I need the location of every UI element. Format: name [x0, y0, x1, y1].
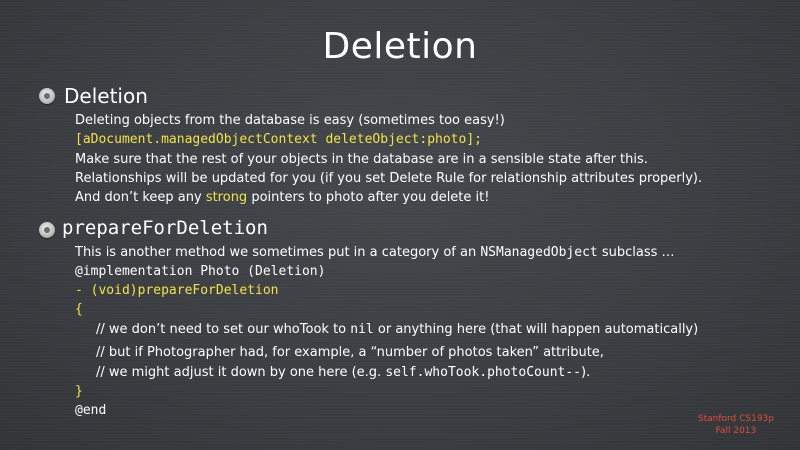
text-segment: subclass … — [597, 245, 675, 260]
course-footer: Stanford CS193p Fall 2013 — [698, 413, 774, 437]
slide-title: Deletion — [322, 26, 478, 67]
text-segment: pointers to — [247, 190, 326, 205]
code-identifier: nil — [350, 322, 374, 337]
comment-line: // we might adjust it down by one here (… — [96, 364, 590, 381]
text-segment: to — [328, 322, 351, 337]
text-segment: // but if — [96, 345, 147, 360]
code-line: [aDocument.managedObjectContext deleteOb… — [75, 132, 482, 147]
body-line: Relationships will be updated for you (i… — [75, 171, 703, 186]
code-line: } — [75, 384, 83, 399]
section-heading-prepare-for-deletion: prepareForDeletion — [62, 217, 268, 239]
code-identifier: self.whoTook.photoCount-- — [385, 365, 581, 380]
text-segment: // we might adjust it down by one here (… — [96, 365, 386, 380]
body-line: This is another method we sometimes put … — [75, 244, 675, 261]
footer-line: Stanford CS193p — [697, 414, 774, 424]
body-line: Make sure that the rest of your objects … — [75, 152, 648, 167]
slide: Deletion Deletion Deleting objects from … — [0, 0, 800, 450]
comment-line: // we don’t need to set our whoTook to n… — [96, 321, 698, 338]
code-identifier: photo — [325, 190, 364, 205]
code-line: @end — [75, 403, 107, 418]
comment-line: // but if Photographer had, for example,… — [96, 344, 604, 361]
section-heading-deletion: Deletion — [64, 84, 148, 108]
code-line: - (void)prepareForDeletion — [75, 283, 279, 298]
text-segment: And don’t keep any — [75, 190, 206, 205]
body-line: And don’t keep any strong pointers to ph… — [75, 189, 489, 206]
text-segment: after you delete it! — [363, 190, 490, 205]
code-identifier: NSManagedObject — [480, 245, 598, 260]
text-segment: or anything here (that will happen autom… — [373, 322, 699, 337]
text-segment: had, for example, a “number of photos ta… — [235, 345, 604, 360]
bullet-icon — [39, 88, 55, 104]
text-segment: ). — [581, 365, 591, 380]
text-segment: This is another method we sometimes put … — [75, 245, 481, 260]
code-line: @implementation Photo (Deletion) — [75, 264, 326, 279]
code-line: { — [75, 302, 83, 317]
keyword-strong: strong — [205, 190, 248, 205]
body-line: Deleting objects from the database is ea… — [75, 113, 505, 128]
code-identifier: whoTook — [272, 322, 329, 337]
text-segment: // we don’t need to set our — [96, 322, 273, 337]
footer-line: Fall 2013 — [715, 426, 757, 436]
bullet-icon — [39, 222, 55, 238]
code-identifier: Photographer — [146, 345, 236, 360]
